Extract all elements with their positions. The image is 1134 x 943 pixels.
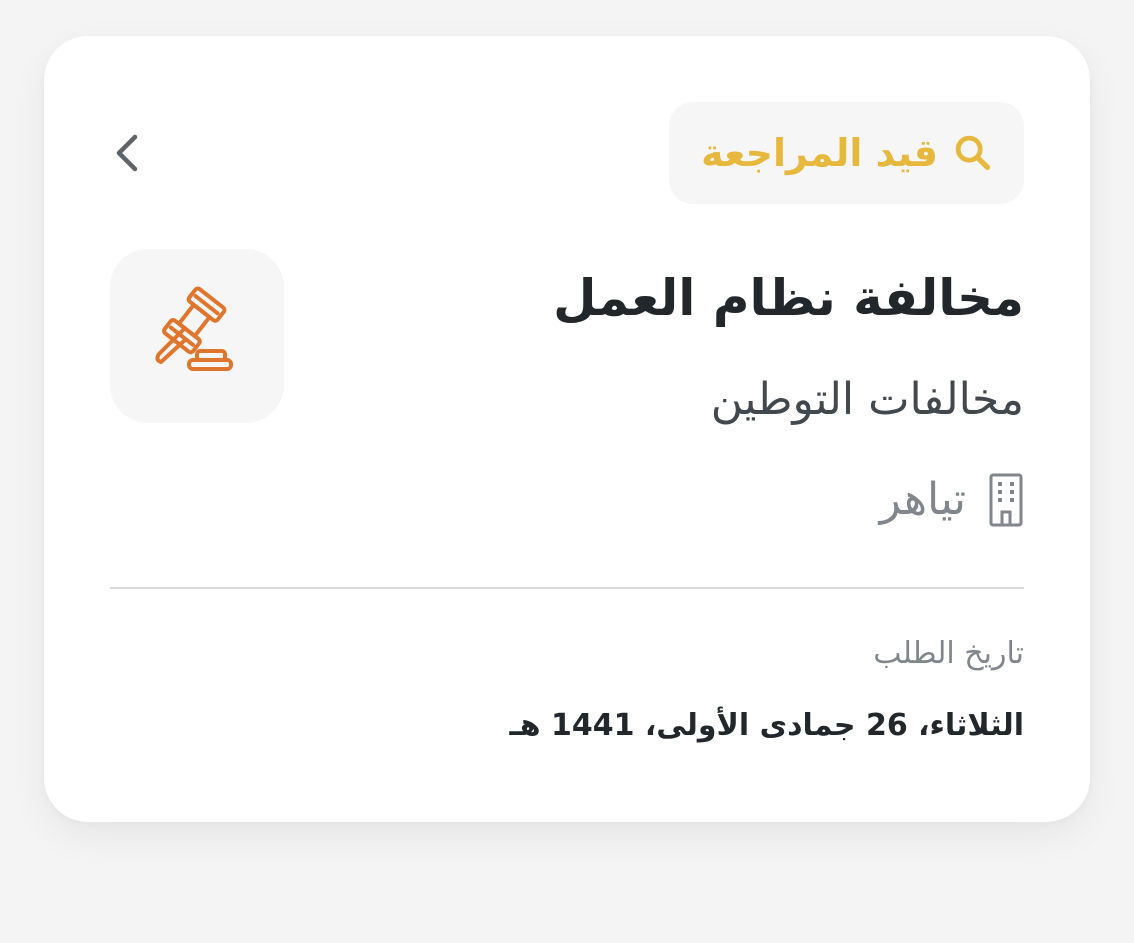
building-icon (988, 472, 1024, 528)
company-name: تياهر (879, 473, 966, 525)
company-row: تياهر (880, 472, 1024, 528)
request-subtitle: مخالفات التوطين (710, 374, 1024, 425)
request-date-label: تاريخ الطلب (873, 636, 1024, 671)
request-date-value: الثلاثاء، 26 جمادى الأولى، 1441 هـ (509, 708, 1024, 743)
gavel-icon (145, 284, 249, 388)
chevron-left-icon (108, 131, 146, 175)
back-button[interactable] (100, 126, 154, 180)
category-icon-tile (110, 249, 284, 423)
divider (110, 587, 1024, 589)
search-icon (950, 130, 996, 176)
status-label: قيد المراجعة (701, 131, 938, 175)
status-badge: قيد المراجعة (669, 102, 1024, 204)
request-card[interactable]: قيد المراجعة مخالفة نظام العمل مخالفات ا… (44, 36, 1090, 822)
request-title: مخالفة نظام العمل (553, 269, 1024, 327)
